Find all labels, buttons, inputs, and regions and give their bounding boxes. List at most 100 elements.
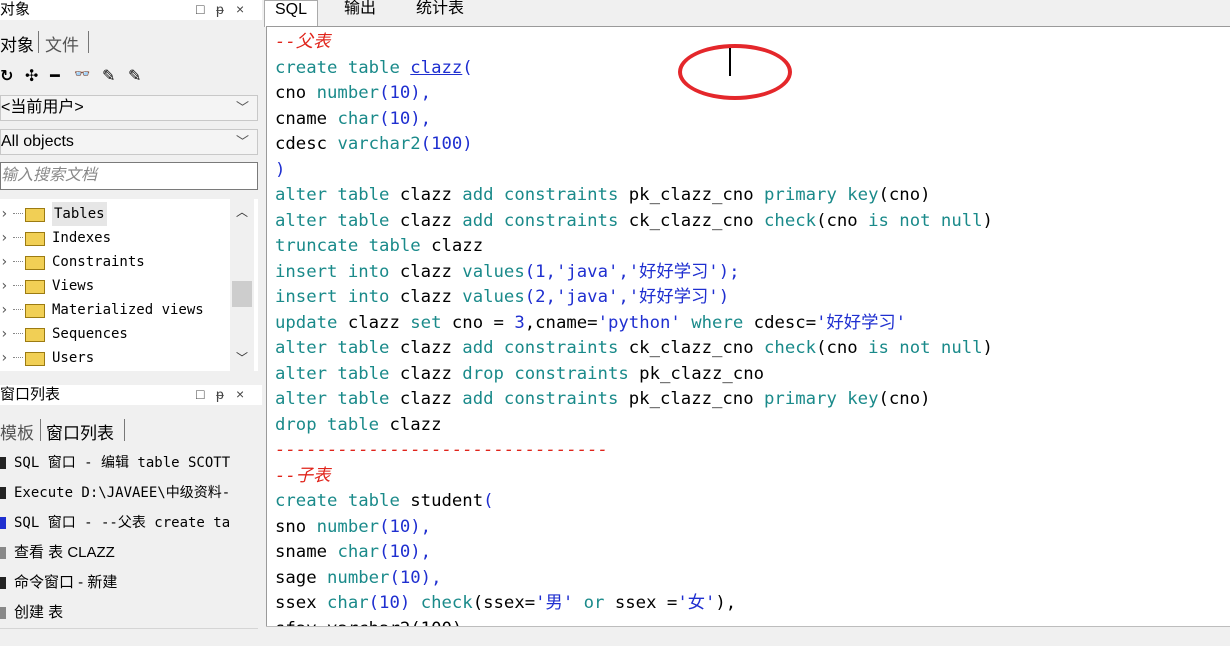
code-line: sname char(10),	[275, 540, 431, 566]
window-list-item[interactable]: 查看 表 CLAZZ	[0, 538, 258, 569]
sql-editor[interactable]: --父表 create table clazz(cno number(10), cn…	[266, 26, 1230, 626]
code-token: is not null	[868, 210, 983, 231]
code-token: add constraints	[462, 389, 629, 409]
pin-icon[interactable]: ᵽ	[216, 385, 224, 404]
code-line: sno number(10),	[275, 515, 431, 541]
chevron-right-icon[interactable]: ›	[0, 226, 8, 250]
chevron-right-icon[interactable]: ›	[0, 322, 8, 346]
objects-combo-value: All objects	[1, 133, 74, 150]
folder-icon	[25, 328, 45, 342]
window-list-item[interactable]: 命令窗口 - 新建	[0, 568, 258, 599]
refresh-icon[interactable]: ↻	[0, 66, 13, 86]
tree-connector	[13, 261, 23, 262]
chevron-down-icon[interactable]: ﹀	[236, 349, 248, 366]
code-token: primary key	[764, 389, 879, 409]
objects-panel-title-text: 对象	[0, 1, 31, 18]
remove-icon[interactable]: ━	[50, 66, 60, 86]
window-list-item[interactable]: SQL 窗口 - 编辑 table SCOTT	[0, 448, 258, 479]
tab-templates[interactable]: 模板	[0, 419, 34, 444]
window-list-item[interactable]: SQL 窗口 - --父表 create ta	[0, 508, 258, 539]
objects-toolbar: ↻ ✣ ━ 👓 ✎ ✎	[0, 62, 262, 90]
code-token: alter table	[275, 185, 400, 205]
close-icon[interactable]: ×	[236, 0, 244, 19]
close-icon[interactable]: ×	[236, 385, 244, 404]
code-token: char	[337, 108, 380, 129]
window-list-item-content: 查看 表 CLAZZ	[0, 538, 262, 568]
code-token: clazz	[347, 312, 411, 333]
code-token: add constraints	[462, 338, 629, 358]
search-input[interactable]: 输入搜索文档	[0, 162, 258, 190]
code-line: sage number(10),	[275, 566, 442, 592]
filter-clear-icon[interactable]: ✎	[128, 66, 141, 86]
find-icon[interactable]: 👓	[74, 66, 90, 82]
code-token: alter table	[275, 363, 400, 384]
chevron-right-icon[interactable]: ›	[0, 202, 8, 226]
window-list-item-label: Execute D:\JAVAEE\中级资料-	[14, 485, 231, 501]
code-line: truncate table clazz	[275, 234, 483, 260]
code-token: clazz	[399, 389, 463, 409]
code-token: clazz	[410, 57, 463, 78]
window-list-item-label: 查看 表 CLAZZ	[14, 544, 115, 561]
code-token: clazz	[399, 363, 463, 384]
restore-icon[interactable]: □	[196, 0, 204, 19]
window-list-item[interactable]: Execute D:\JAVAEE\中级资料-	[0, 478, 258, 509]
window-list-item-content: Execute D:\JAVAEE\中级资料-	[0, 478, 262, 508]
user-combo[interactable]: <当前用户> ﹀	[0, 95, 258, 121]
chevron-right-icon[interactable]: ›	[0, 298, 8, 322]
folder-icon	[25, 208, 45, 222]
chevron-down-icon: ﹀	[235, 134, 249, 149]
objects-combo[interactable]: All objects ﹀	[0, 129, 258, 155]
code-token: insert into	[275, 287, 400, 307]
tab-statistics[interactable]: 统计表	[406, 0, 474, 24]
code-token: ssex	[275, 593, 328, 613]
tree-scrollbar[interactable]: ︿ ﹀	[230, 199, 254, 371]
code-token: drop constraints	[462, 363, 640, 384]
code-token: ssex =	[614, 593, 678, 613]
code-token: --父表	[275, 32, 331, 52]
code-token: (	[462, 57, 473, 78]
scrollbar-thumb[interactable]	[232, 281, 252, 307]
code-token: clazz	[431, 236, 484, 256]
code-token: (	[483, 491, 494, 511]
code-token: (1,'java','好好学习');	[524, 261, 740, 282]
restore-icon[interactable]: □	[196, 385, 204, 404]
tab-files[interactable]: 文件	[45, 31, 79, 56]
chevron-up-icon[interactable]: ︿	[236, 203, 248, 220]
code-token: number	[316, 516, 380, 537]
tree-item-label: Indexes	[52, 230, 112, 246]
add-icon[interactable]: ✣	[25, 66, 38, 86]
code-token: insert into	[275, 261, 400, 282]
code-token: (100)	[420, 134, 473, 154]
folder-icon	[25, 232, 45, 246]
tab-divider	[40, 419, 41, 441]
pin-icon[interactable]: ᵽ	[216, 0, 224, 19]
tree-connector	[13, 309, 23, 310]
filter-icon[interactable]: ✎	[102, 66, 115, 86]
window-list-tabs: 模板 窗口列表	[0, 414, 262, 444]
tab-sql[interactable]: SQL	[264, 0, 319, 27]
editor-horizontal-scrollbar[interactable]	[266, 626, 1230, 646]
code-line: insert into clazz values(1,'java','好好学习'…	[275, 260, 740, 286]
chevron-right-icon[interactable]: ›	[0, 250, 8, 274]
window-list-item[interactable]: 创建 表	[0, 598, 258, 629]
sql-window: SQL 输出 统计表 --父表 create table clazz(cno nu…	[264, 0, 1230, 646]
code-token: (cno	[816, 338, 869, 358]
code-token: (cno)	[878, 185, 931, 205]
code-line: alter table clazz add constraints ck_cla…	[275, 209, 993, 235]
window-list-item-content: SQL 窗口 - --父表 create ta	[0, 508, 262, 538]
code-token: '男'	[535, 593, 584, 613]
tab-output[interactable]: 输出	[334, 0, 386, 24]
code-token: sname	[275, 542, 338, 562]
chevron-right-icon[interactable]: ›	[0, 346, 8, 370]
chevron-down-icon: ﹀	[235, 100, 249, 115]
code-token: or	[583, 593, 615, 613]
code-token: char	[327, 593, 369, 613]
tab-label: 输出	[344, 0, 377, 17]
code-token: alter table	[275, 210, 400, 231]
window-list: SQL 窗口 - 编辑 table SCOTT Execute D:\JAVAE…	[0, 445, 262, 635]
tab-objects[interactable]: 对象	[0, 31, 34, 56]
tab-window-list[interactable]: 窗口列表	[46, 419, 114, 444]
chevron-right-icon[interactable]: ›	[0, 274, 8, 298]
code-token: number	[327, 567, 390, 588]
code-line: create table student(	[275, 489, 494, 515]
